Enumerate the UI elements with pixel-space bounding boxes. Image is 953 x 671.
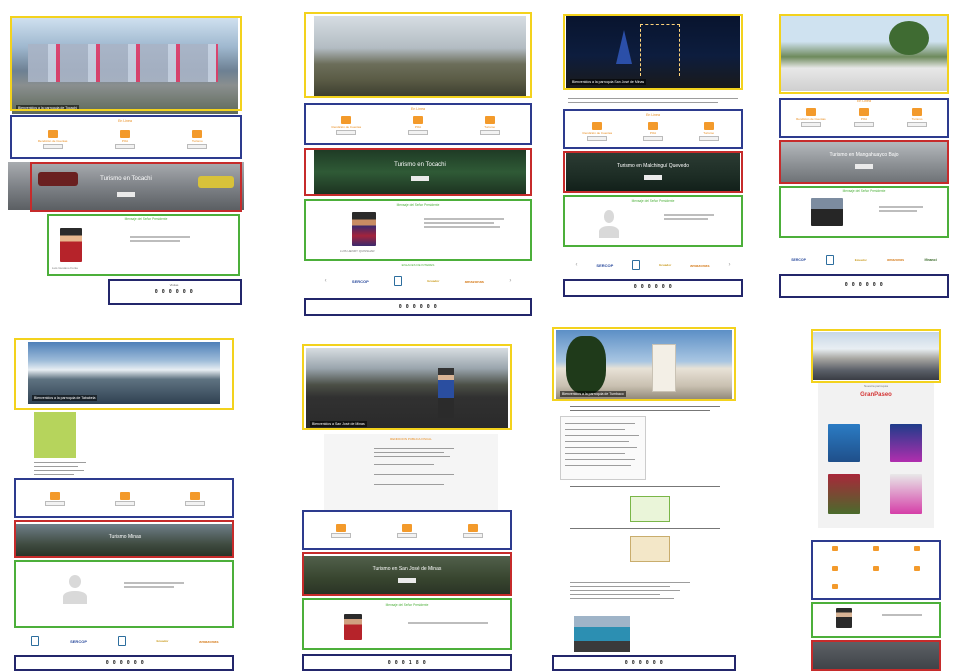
news-text xyxy=(570,598,674,600)
highlight-president xyxy=(302,598,512,650)
links-title: ENLACES DE INTERES xyxy=(401,263,435,267)
document-title xyxy=(570,528,720,530)
highlight-hero xyxy=(14,338,234,410)
news-text xyxy=(34,466,78,468)
event-poster[interactable] xyxy=(828,424,860,462)
news-text xyxy=(570,590,680,592)
highlight-hero xyxy=(552,327,736,401)
logo-ecuador[interactable]: Ecuador xyxy=(855,258,867,262)
highlight-footer xyxy=(302,654,512,671)
highlight-president xyxy=(304,199,532,261)
highlight-footer xyxy=(779,274,949,298)
highlight-banner xyxy=(811,640,941,671)
highlight-banner xyxy=(304,148,532,196)
logo-sercop[interactable]: SERCOP xyxy=(352,279,369,284)
event-poster[interactable] xyxy=(890,474,922,514)
highlight-footer xyxy=(552,655,736,671)
notice-card xyxy=(34,412,76,458)
highlight-services xyxy=(14,478,234,518)
logo-document-icon[interactable] xyxy=(31,636,40,646)
notice-text xyxy=(374,474,454,476)
chevron-right-icon[interactable]: › xyxy=(729,262,731,268)
logo-amazonas[interactable]: amazonas xyxy=(690,263,709,268)
document-title xyxy=(570,410,710,412)
logo-amazonas[interactable]: amazonas xyxy=(199,639,218,644)
events-section: Nuestra parroquia GranPaseo xyxy=(818,382,934,528)
events-title: Nuestra parroquia xyxy=(863,384,888,388)
logo-document-icon[interactable] xyxy=(826,255,835,265)
highlight-services xyxy=(302,510,512,550)
highlight-banner xyxy=(563,151,743,193)
document-title xyxy=(570,486,720,488)
highlight-hero xyxy=(563,14,743,90)
highlight-president xyxy=(811,602,941,638)
logo-sercop[interactable]: SERCOP xyxy=(70,639,87,644)
notice-text xyxy=(374,484,444,486)
notice-text xyxy=(374,448,454,450)
highlight-president xyxy=(14,560,234,628)
news-text xyxy=(570,594,660,596)
highlight-services xyxy=(779,98,949,138)
highlight-services xyxy=(10,115,242,159)
highlight-banner xyxy=(302,552,512,596)
highlight-banner xyxy=(14,520,234,558)
chevron-right-icon[interactable]: › xyxy=(509,278,511,284)
highlight-hero xyxy=(779,14,949,94)
highlight-president xyxy=(47,214,240,276)
partner-logos: SERCOP Ecuador amazonas xyxy=(16,632,234,650)
chevron-left-icon[interactable]: ‹ xyxy=(575,262,577,268)
logo-amazonas[interactable]: amazonas xyxy=(465,279,484,284)
highlight-hero xyxy=(10,16,242,111)
logo-ifinanci[interactable]: Ifinanci xyxy=(924,258,936,262)
news-text xyxy=(34,474,74,476)
event-logo: GranPaseo xyxy=(860,392,892,398)
highlight-services xyxy=(811,540,941,600)
highlight-hero xyxy=(304,12,532,98)
news-text xyxy=(34,462,86,464)
partner-logos: SERCOP Ecuador amazonas Ifinanci xyxy=(781,250,947,270)
notice-text xyxy=(374,456,450,458)
intro-text xyxy=(568,98,738,100)
group-photo xyxy=(574,616,630,652)
news-text xyxy=(34,470,84,472)
highlight-president xyxy=(779,186,949,238)
highlight-hero xyxy=(811,329,941,383)
event-poster[interactable] xyxy=(890,424,922,462)
notice-text xyxy=(374,452,444,454)
highlight-services xyxy=(563,109,743,149)
highlight-footer xyxy=(304,298,532,316)
notice-title: RENDICION PUBLICA FISCAL xyxy=(390,437,432,441)
document-title xyxy=(570,406,720,408)
highlight-president xyxy=(563,195,743,247)
logo-ecuador[interactable]: Ecuador xyxy=(156,639,168,643)
highlight-hero xyxy=(302,344,512,430)
certificate-image xyxy=(630,536,670,562)
news-text xyxy=(570,586,670,588)
highlight-footer xyxy=(563,279,743,297)
notice-text xyxy=(374,464,434,466)
event-poster[interactable] xyxy=(828,474,860,514)
highlight-banner xyxy=(30,162,242,212)
highlight-footer xyxy=(14,655,234,671)
resolution-document xyxy=(560,416,646,480)
green-certificate xyxy=(630,496,670,522)
logo-document-icon[interactable] xyxy=(117,636,126,646)
logo-sercop[interactable]: SERCOP xyxy=(596,263,613,268)
logo-sercop[interactable]: SERCOP xyxy=(791,258,806,262)
intro-text xyxy=(568,102,718,104)
logo-document-icon[interactable] xyxy=(632,260,641,270)
partner-logos: ‹ SERCOP Ecuador amazonas › xyxy=(312,270,524,292)
highlight-footer xyxy=(108,279,242,305)
partner-logos: ‹ SERCOP Ecuador amazonas › xyxy=(566,256,740,274)
logo-ecuador[interactable]: Ecuador xyxy=(659,263,671,267)
notice-section: RENDICION PUBLICA FISCAL xyxy=(324,434,498,510)
logo-document-icon[interactable] xyxy=(394,276,403,286)
highlight-banner xyxy=(779,140,949,184)
chevron-left-icon[interactable]: ‹ xyxy=(325,278,327,284)
news-text xyxy=(570,582,690,584)
logo-amazonas[interactable]: amazonas xyxy=(887,258,904,262)
logo-ecuador[interactable]: Ecuador xyxy=(427,279,439,283)
highlight-services xyxy=(304,103,532,145)
